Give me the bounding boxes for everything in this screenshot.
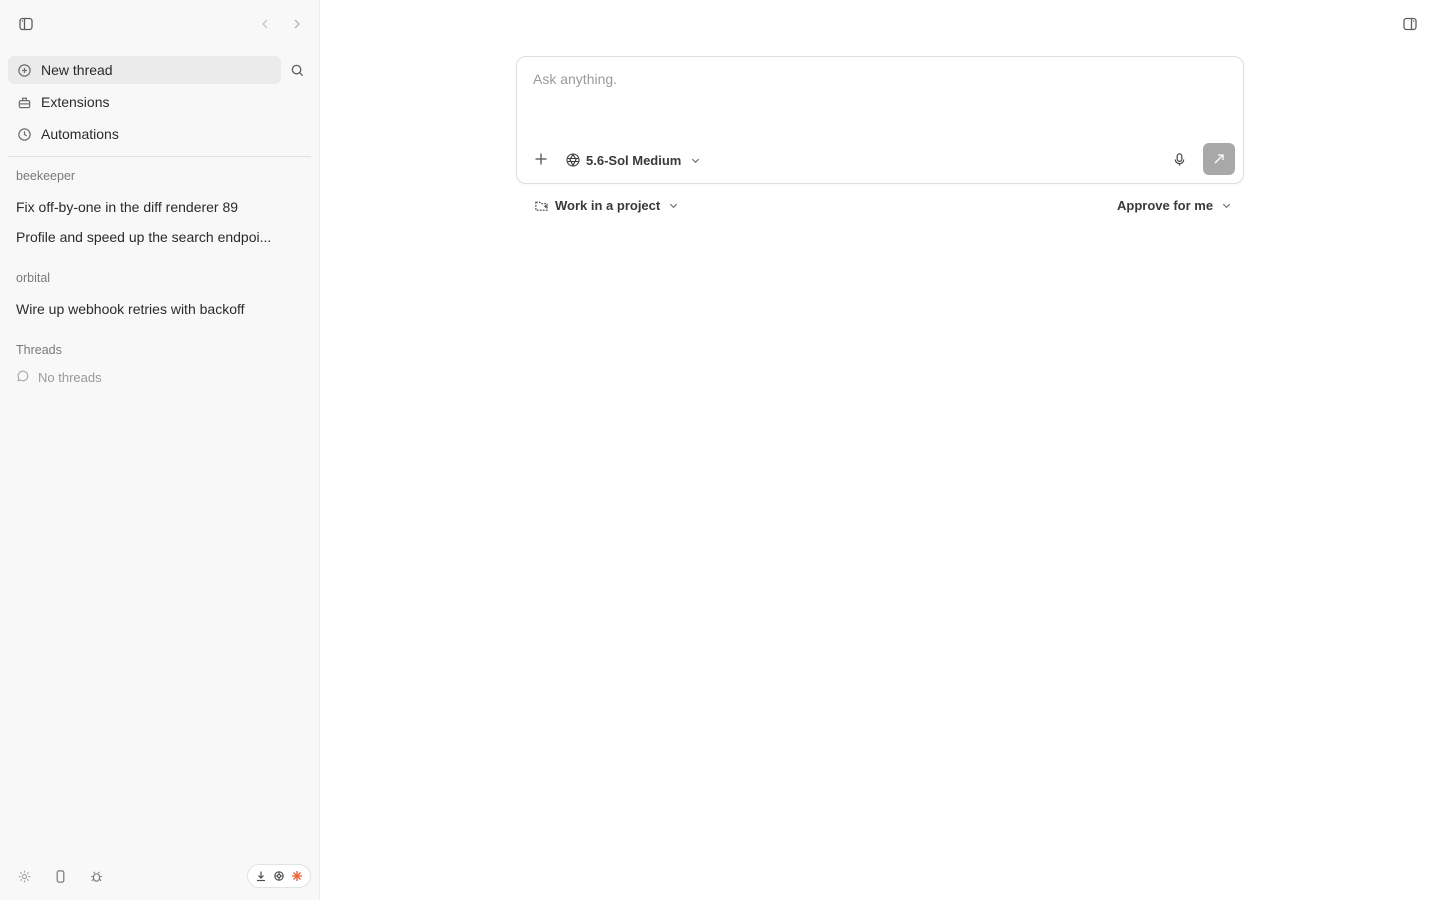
thread-item[interactable]: Wire up webhook retries with backoff <box>8 295 311 323</box>
sidebar-item-label: Automations <box>41 126 119 142</box>
sidebar-item-automations[interactable]: Automations <box>8 120 281 148</box>
chevron-down-icon <box>668 200 679 211</box>
chat-bubble-icon <box>16 369 30 386</box>
threads-section-label: Threads <box>16 343 62 357</box>
phone-icon[interactable] <box>48 864 72 888</box>
claude-logo-icon[interactable] <box>290 869 304 883</box>
folder-icon <box>534 198 549 213</box>
openai-logo-icon <box>565 152 581 168</box>
forward-arrow-icon[interactable] <box>285 12 309 36</box>
clock-icon <box>16 126 32 142</box>
download-icon[interactable] <box>254 869 268 883</box>
chevron-down-icon <box>690 155 701 166</box>
thread-item[interactable]: Fix off-by-one in the diff renderer 89 <box>8 193 311 221</box>
sidebar-divider <box>8 156 311 157</box>
work-in-project-label: Work in a project <box>555 197 661 213</box>
model-selector[interactable]: 5.6-Sol Medium <box>565 149 701 171</box>
approval-mode-selector[interactable]: Approve for me <box>1117 195 1232 215</box>
openai-logo-icon[interactable] <box>272 869 286 883</box>
send-button[interactable] <box>1203 143 1235 175</box>
integrations-tray <box>247 864 311 888</box>
sidebar-item-label: Extensions <box>41 94 110 110</box>
settings-gear-icon[interactable] <box>12 864 36 888</box>
approval-mode-label: Approve for me <box>1117 197 1214 213</box>
project-label-beekeeper[interactable]: beekeeper <box>16 169 75 183</box>
add-attachment-icon[interactable] <box>529 147 553 171</box>
microphone-icon[interactable] <box>1167 147 1191 171</box>
toggle-panel-icon[interactable] <box>1398 12 1422 36</box>
chevron-down-icon <box>1221 200 1232 211</box>
back-arrow-icon[interactable] <box>253 12 277 36</box>
sidebar: New thread Extensions Automations beekee… <box>0 0 320 900</box>
extensions-icon <box>16 94 32 110</box>
work-in-project-selector[interactable]: Work in a project <box>534 195 679 215</box>
bug-icon[interactable] <box>84 864 108 888</box>
search-icon[interactable] <box>285 58 309 82</box>
sidebar-item-extensions[interactable]: Extensions <box>8 88 281 116</box>
thread-item[interactable]: Profile and speed up the search endpoi..… <box>8 223 311 251</box>
send-arrow-icon <box>1212 152 1226 166</box>
model-selector-label: 5.6-Sol Medium <box>586 152 682 168</box>
empty-threads-row: No threads <box>16 369 102 386</box>
prompt-input[interactable] <box>533 71 1223 111</box>
toggle-sidebar-icon[interactable] <box>14 12 38 36</box>
composer: 5.6-Sol Medium <box>516 56 1244 184</box>
new-thread-icon <box>16 62 32 78</box>
new-thread-label: New thread <box>41 62 113 78</box>
new-thread-button[interactable]: New thread <box>8 56 281 84</box>
project-label-orbital[interactable]: orbital <box>16 271 50 285</box>
empty-threads-text: No threads <box>38 370 102 385</box>
